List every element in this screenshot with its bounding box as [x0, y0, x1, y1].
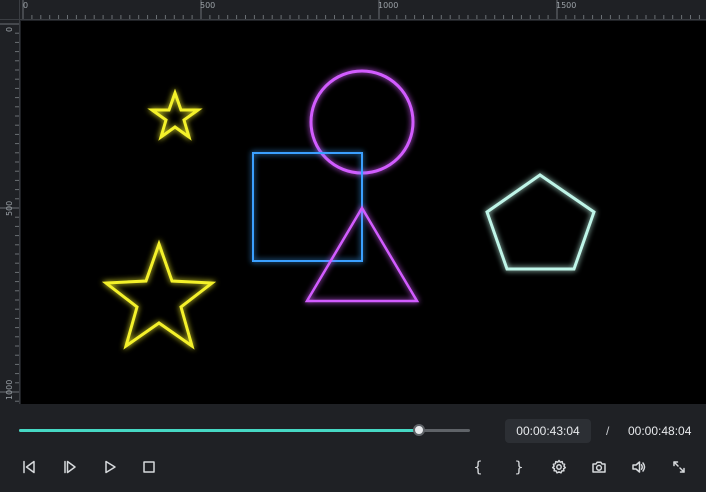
ruler-horizontal-ticks [22, 0, 700, 19]
volume-icon [632, 461, 646, 473]
mark-out-button[interactable]: } [508, 456, 530, 478]
render-settings-button[interactable] [548, 456, 570, 478]
volume-button[interactable] [628, 456, 650, 478]
progress-handle[interactable] [412, 424, 425, 436]
gear-icon [551, 459, 567, 474]
playback-progress-bar[interactable] [19, 424, 470, 436]
stop-button[interactable] [138, 456, 160, 478]
step-back-icon [23, 460, 35, 474]
time-separator: / [606, 424, 610, 438]
current-time[interactable]: 00:00:43:04 [505, 419, 591, 443]
ruler-vertical: 0 500 1000 [0, 20, 20, 404]
next-frame-button[interactable] [59, 456, 81, 478]
fullscreen-button[interactable] [668, 456, 690, 478]
mark-in-button[interactable]: { [467, 456, 489, 478]
ruler-v-label-0: 0 [5, 26, 14, 32]
ruler-label-500: 500 [200, 1, 216, 10]
play-button[interactable] [99, 456, 121, 478]
previous-frame-button[interactable] [18, 456, 40, 478]
large-star-shape[interactable] [101, 239, 217, 350]
fullscreen-icon [673, 461, 685, 473]
player-controls [0, 404, 706, 492]
step-forward-icon [64, 460, 76, 474]
ruler-label-0: 0 [23, 1, 29, 10]
pentagon-shape[interactable] [485, 173, 596, 271]
preview-canvas[interactable] [21, 21, 706, 404]
camera-icon [592, 461, 606, 473]
play-icon [105, 460, 116, 474]
ruler-v-label-500: 500 [5, 200, 14, 216]
progress-fill [19, 429, 419, 432]
small-star-shape[interactable] [147, 88, 203, 141]
neon-shapes [101, 69, 596, 350]
ruler-v-label-1000: 1000 [5, 379, 14, 400]
total-time: 00:00:48:04 [628, 424, 692, 438]
ruler-label-1000: 1000 [378, 1, 399, 10]
ruler-label-1500: 1500 [556, 1, 577, 10]
snapshot-button[interactable] [588, 456, 610, 478]
ruler-corner [0, 0, 20, 20]
ruler-horizontal: 0 500 1000 1500 [20, 0, 706, 20]
stop-icon [143, 461, 155, 473]
